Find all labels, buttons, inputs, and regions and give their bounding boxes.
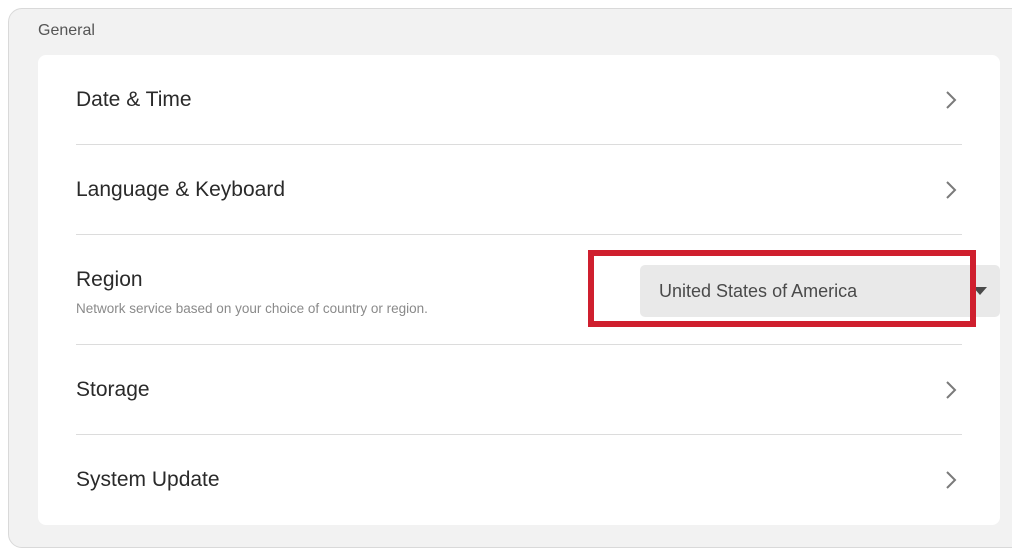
- section-title: General: [38, 22, 95, 39]
- settings-row-system-update[interactable]: System Update: [76, 435, 962, 525]
- highlight-box: [588, 250, 976, 327]
- row-label: Language & Keyboard: [76, 178, 286, 201]
- row-label: System Update: [76, 468, 220, 491]
- region-title: Region: [76, 268, 143, 291]
- region-subtitle: Network service based on your choice of …: [76, 301, 428, 316]
- chevron-right-icon: [946, 471, 957, 489]
- chevron-right-icon: [946, 181, 957, 199]
- chevron-right-icon: [946, 91, 957, 109]
- settings-row-language-keyboard[interactable]: Language & Keyboard: [76, 145, 962, 235]
- row-label: Date & Time: [76, 88, 192, 111]
- chevron-right-icon: [946, 381, 957, 399]
- settings-row-storage[interactable]: Storage: [76, 345, 962, 435]
- settings-row-date-time[interactable]: Date & Time: [76, 55, 962, 145]
- row-label: Storage: [76, 378, 150, 401]
